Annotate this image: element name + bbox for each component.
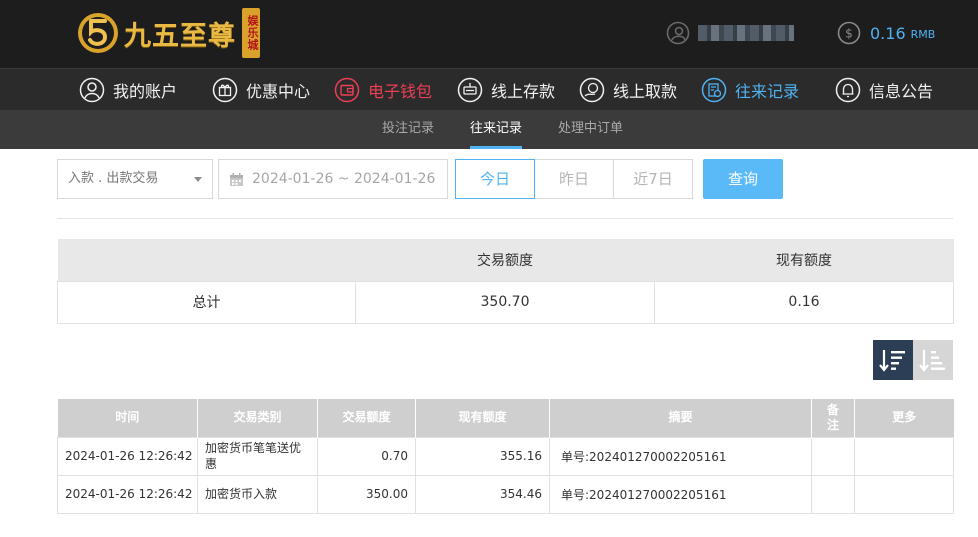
range-today-button[interactable]: 今日 [455,159,535,199]
column-header-summary: 摘要 [549,399,812,437]
coin-icon: $ [837,21,861,45]
records-icon [701,77,727,103]
date-range-value: 2024-01-26 ~ 2024-01-26 [252,171,436,187]
range-last-7-days-button[interactable]: 近7日 [613,159,693,199]
tab-transaction-records[interactable]: 往来记录 [470,110,523,149]
nav-item-online-withdraw[interactable]: 线上取款 [579,76,677,104]
cell-note [811,474,855,514]
records-table: 时间 交易类别 交易额度 现有额度 摘要 备注 更多 2024-01-26 12… [57,399,954,514]
column-header-note-text: 备注 [826,402,839,432]
username-masked [698,25,794,41]
summary-total-label: 总计 [57,280,356,324]
sort-ascending-icon [919,350,945,372]
nav-item-announcements[interactable]: 信息公告 [835,76,933,104]
withdraw-icon [579,77,605,103]
summary-table: 交易额度 现有额度 总计 350.70 0.16 [57,239,954,324]
sort-ascending-button[interactable] [913,340,953,380]
records-header-row: 时间 交易类别 交易额度 现有额度 摘要 备注 更多 [57,399,954,437]
nav-label: 我的账户 [113,82,178,101]
nav-label: 线上存款 [491,82,556,101]
nav-item-transaction-records[interactable]: 往来记录 [701,76,799,104]
sub-nav: 投注记录 往来记录 处理中订单 [0,110,978,149]
table-row: 2024-01-26 12:26:42 加密货币笔笔送优惠 0.70 355.1… [57,436,954,476]
user-account-area[interactable] [666,20,794,46]
logo-name: 九五至尊 [124,20,236,52]
cell-amount: 350.00 [317,474,416,514]
cell-more[interactable] [854,474,954,514]
nav-label: 往来记录 [735,82,800,101]
transaction-type-value: 入款 . 出款交易 [68,171,159,186]
top-header: 九五至尊 娱乐城 $ 0.16 RMB [0,0,978,68]
summary-total-balance: 0.16 [654,280,954,324]
main-nav: 我的账户 优惠中心 电子钱包 线上存款 线上取款 往来记录 信息公告 [0,68,978,110]
column-header-time: 时间 [57,399,198,437]
nav-label: 信息公告 [869,82,934,101]
column-header-amount: 交易额度 [317,399,416,437]
cell-summary: 单号:202401270002205161 [549,436,812,476]
user-icon [666,21,690,45]
nav-label: 优惠中心 [246,82,311,101]
summary-row: 总计 350.70 0.16 [57,280,954,324]
gift-icon [212,77,238,103]
cell-amount: 0.70 [317,436,416,476]
balance-display: $ 0.16 RMB [837,20,935,46]
summary-header-label [57,239,356,281]
table-row: 2024-01-26 12:26:42 加密货币入款 350.00 354.46… [57,474,954,514]
logo-badge-text: 娱乐城 [246,15,259,51]
sort-descending-icon [879,350,905,372]
transaction-type-select[interactable]: 入款 . 出款交易 [57,159,213,199]
cell-balance: 354.46 [415,474,550,514]
column-header-note: 备注 [811,399,855,437]
wallet-icon [334,77,360,103]
svg-text:$: $ [845,27,853,41]
logo-badge: 娱乐城 [242,8,260,58]
cell-time: 2024-01-26 12:26:42 [57,474,198,514]
nav-item-promotions[interactable]: 优惠中心 [212,76,310,104]
sort-descending-button[interactable] [873,340,913,380]
column-header-category: 交易类别 [197,399,318,437]
balance-unit: RMB [910,28,936,41]
cell-category: 加密货币入款 [197,474,318,514]
cell-more[interactable] [854,436,954,476]
date-range-picker[interactable]: 2024-01-26 ~ 2024-01-26 [218,159,448,199]
bell-icon [835,77,861,103]
nav-label: 电子钱包 [368,82,433,101]
nav-label: 线上取款 [613,82,678,101]
tab-bet-records[interactable]: 投注记录 [382,110,434,149]
tab-pending-orders[interactable]: 处理中订单 [558,110,623,149]
balance-amount: 0.16 [870,23,906,43]
column-header-more: 更多 [854,399,954,437]
cell-note [811,436,855,476]
logo-mark-icon [78,13,118,53]
cell-summary: 单号:202401270002205161 [549,474,812,514]
nav-item-my-account[interactable]: 我的账户 [79,76,177,104]
cell-balance: 355.16 [415,436,550,476]
nav-item-online-deposit[interactable]: 线上存款 [457,76,555,104]
calendar-icon [230,173,243,186]
summary-header-row: 交易额度 现有额度 [57,239,954,281]
divider [57,218,953,219]
user-circle-icon [79,77,105,103]
chevron-down-icon [194,177,202,182]
summary-header-balance: 现有额度 [654,239,954,281]
deposit-icon [457,77,483,103]
summary-total-amount: 350.70 [355,280,655,324]
query-button[interactable]: 查询 [703,159,783,199]
column-header-balance: 现有额度 [415,399,550,437]
cell-time: 2024-01-26 12:26:42 [57,436,198,476]
cell-category: 加密货币笔笔送优惠 [197,436,318,476]
range-yesterday-button[interactable]: 昨日 [534,159,614,199]
nav-item-e-wallet[interactable]: 电子钱包 [334,76,432,104]
summary-header-amount: 交易额度 [355,239,655,281]
site-logo[interactable]: 九五至尊 娱乐城 [76,8,260,58]
